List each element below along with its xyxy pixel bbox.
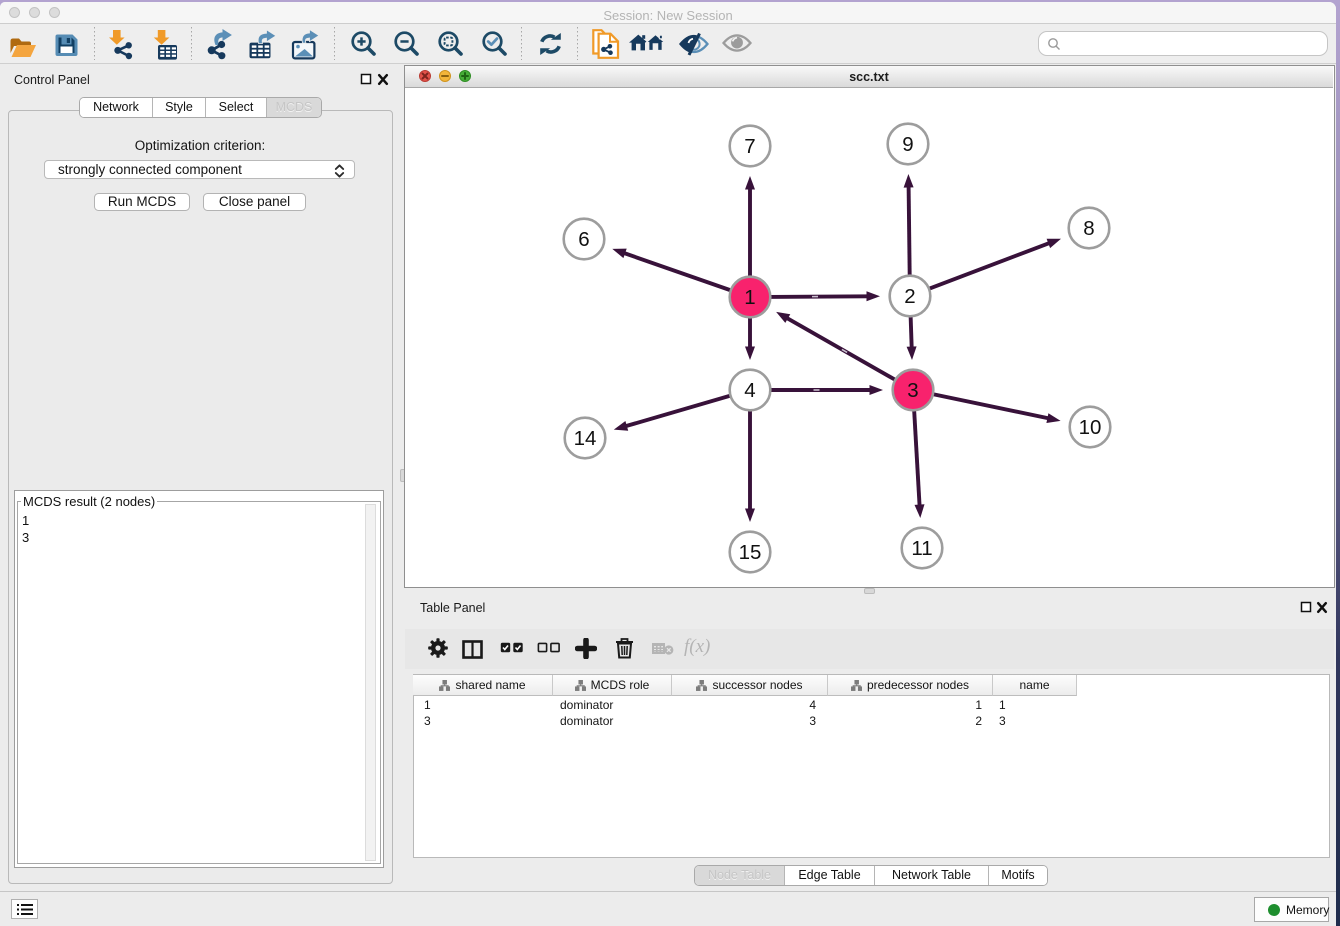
svg-text:8: 8 [1083,217,1094,240]
svg-text:2: 2 [904,285,915,308]
svg-text:11: 11 [911,537,932,560]
svg-text:9: 9 [902,133,913,156]
svg-text:3: 3 [907,379,918,402]
svg-text:14: 14 [574,427,597,450]
svg-text:6: 6 [578,228,589,251]
svg-text:1: 1 [744,286,755,309]
svg-text:10: 10 [1079,416,1102,439]
svg-text:7: 7 [744,135,755,158]
svg-text:4: 4 [744,379,755,402]
svg-text:15: 15 [739,541,762,564]
